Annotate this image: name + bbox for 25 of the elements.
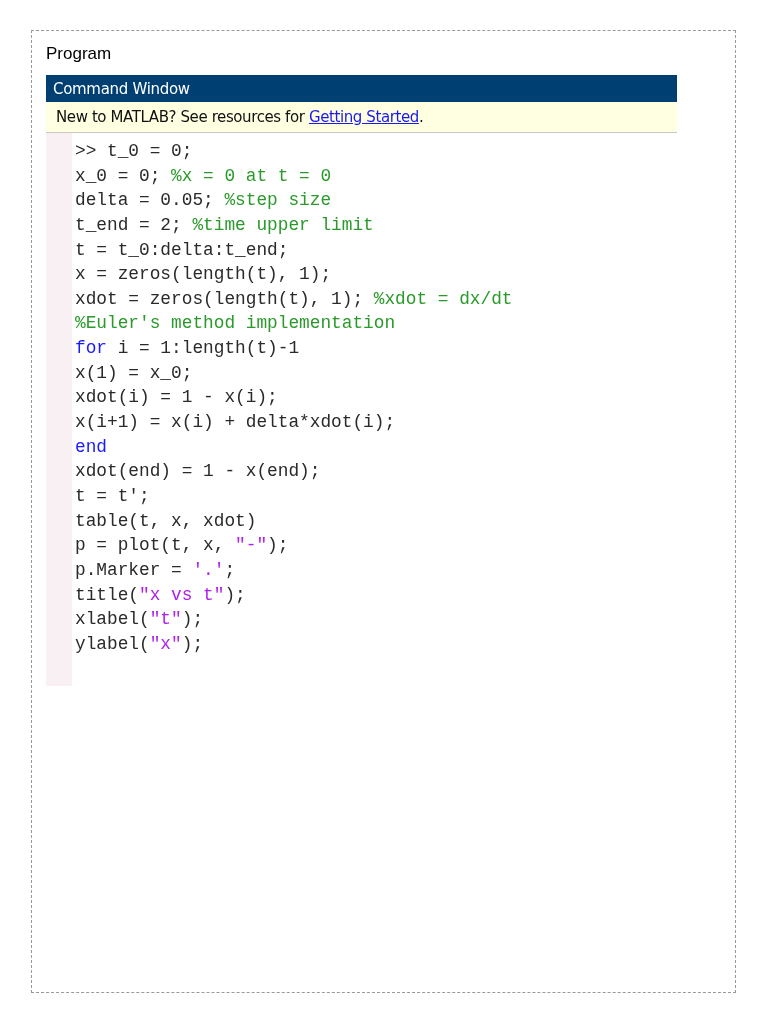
page-heading: Program: [46, 44, 113, 64]
code-line: x_0 = 0; %x = 0 at t = 0: [75, 164, 333, 188]
code-line: for i = 1:length(t)-1: [75, 337, 301, 361]
code-line: t = t';: [75, 484, 151, 508]
code-line: p = plot(t, x, "-");: [75, 534, 290, 558]
code-line: x = zeros(length(t), 1);: [75, 263, 333, 287]
code-line: t = t_0:delta:t_end;: [75, 238, 290, 262]
code-line: xdot(i) = 1 - x(i);: [75, 386, 279, 410]
code-line: %Euler's method implementation: [75, 312, 397, 336]
code-line: delta = 0.05; %step size: [75, 189, 333, 213]
code-line: table(t, x, xdot): [75, 509, 258, 533]
code-line: t_end = 2; %time upper limit: [75, 213, 375, 237]
code-line: xlabel("t");: [75, 608, 205, 632]
getting-started-link[interactable]: Getting Started: [308, 108, 419, 126]
code-line: title("x vs t");: [75, 583, 247, 607]
code-line: end: [75, 435, 108, 459]
code-line: xdot = zeros(length(t), 1); %xdot = dx/dt: [75, 287, 513, 311]
code-line: ylabel("x");: [75, 632, 205, 656]
code-line: x(1) = x_0;: [75, 361, 194, 385]
window-title: Command Window: [53, 79, 190, 98]
code-line: xdot(end) = 1 - x(end);: [75, 460, 322, 484]
notice-text: New to MATLAB? See resources for Getting Started.: [56, 108, 424, 126]
code-line: p.Marker = '.';: [75, 558, 237, 582]
code-line: x(i+1) = x(i) + delta*xdot(i);: [75, 411, 397, 435]
code-line: >> t_0 = 0;: [75, 140, 194, 163]
